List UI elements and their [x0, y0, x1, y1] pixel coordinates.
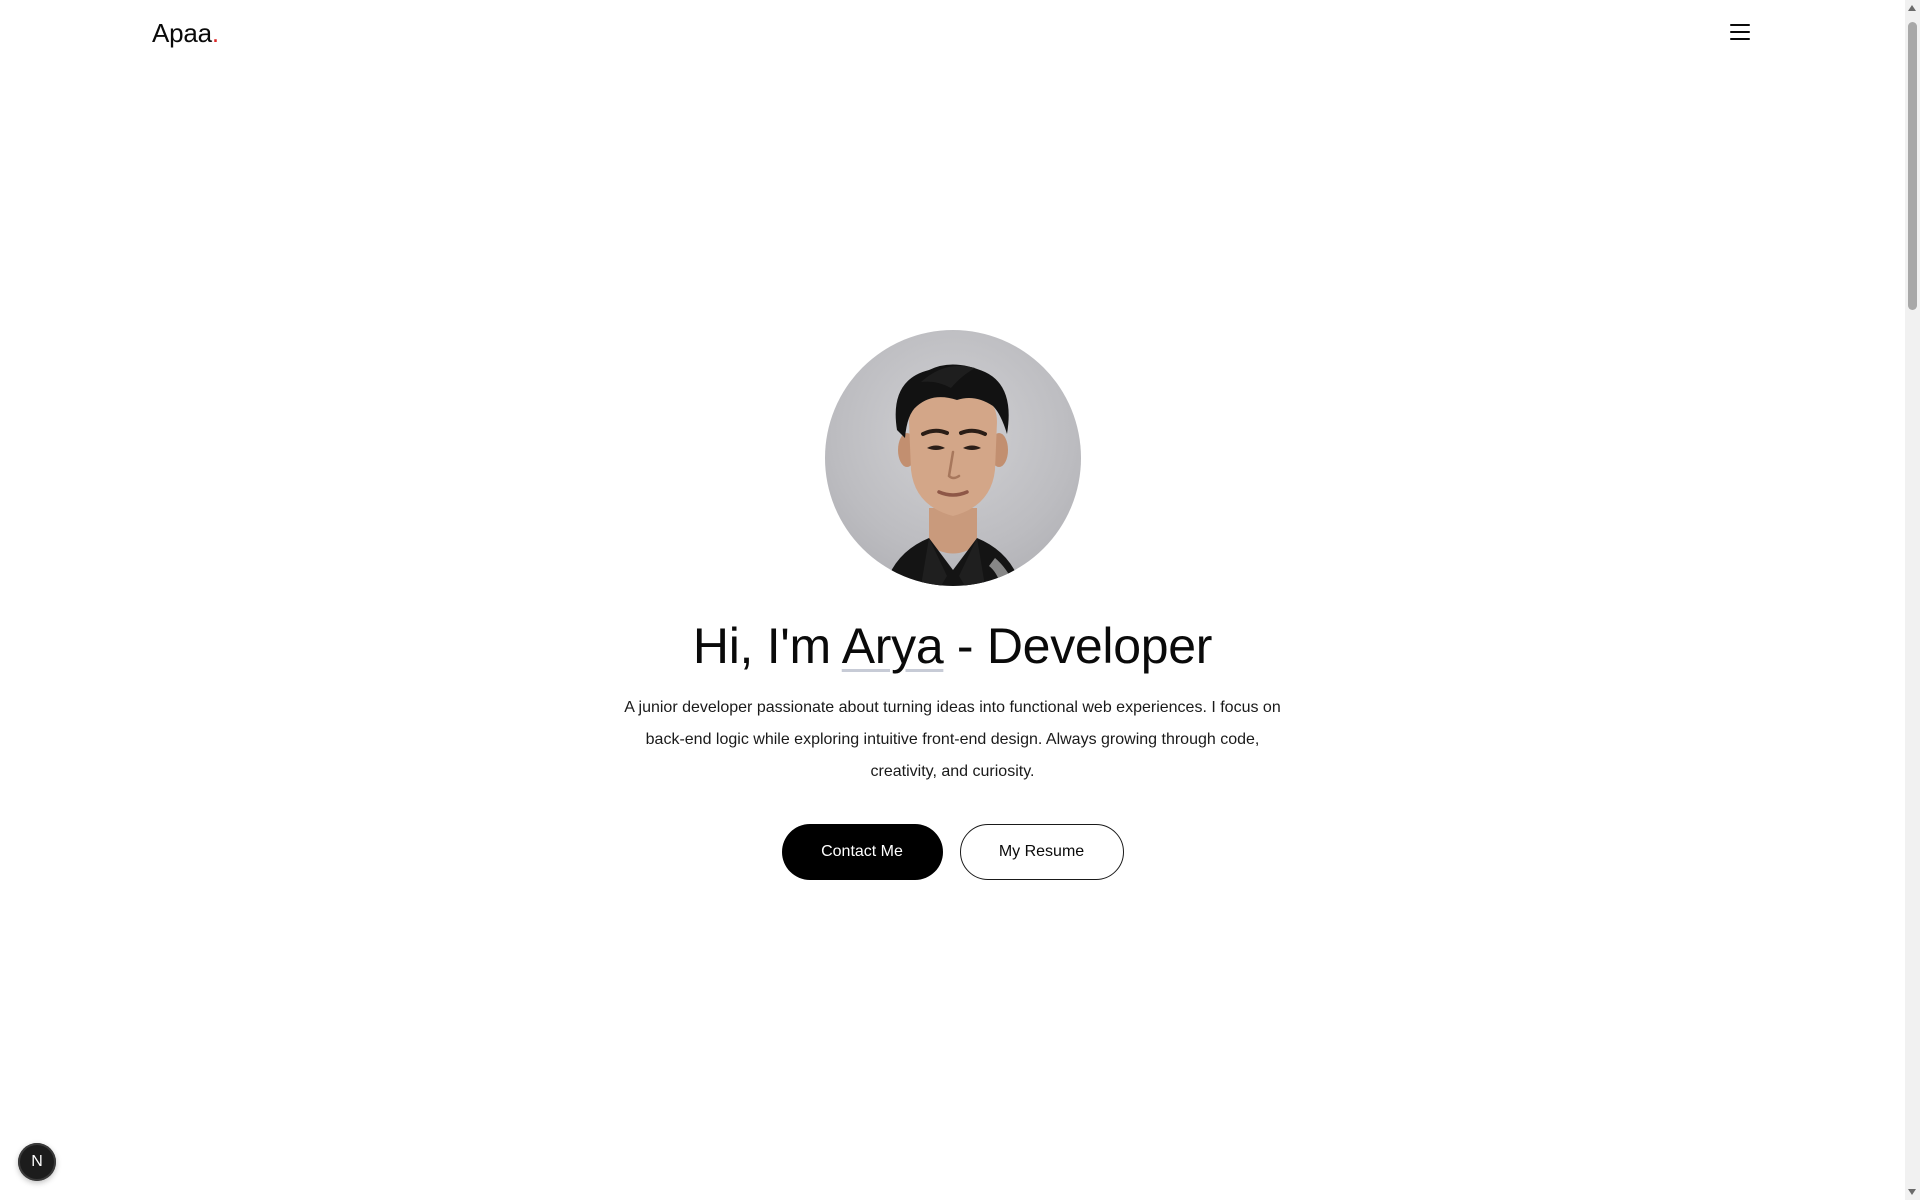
hamburger-menu-icon[interactable] [1727, 20, 1753, 44]
menu-line [1730, 38, 1750, 40]
headline-name: Arya [841, 618, 944, 674]
headline-suffix: - Developer [943, 618, 1213, 674]
profile-photo [884, 364, 1021, 586]
page: Apaa. Hi, I'm Arya - Developer A junior … [0, 0, 1905, 1200]
hero-section: Hi, I'm Arya - Developer A junior develo… [0, 330, 1905, 880]
menu-line [1730, 24, 1750, 26]
hero-actions: Contact Me My Resume [781, 824, 1124, 880]
site-logo[interactable]: Apaa. [152, 18, 219, 49]
logo-text: Apaa [152, 18, 212, 48]
profile-avatar [824, 330, 1081, 586]
dev-badge-label: N [31, 1153, 43, 1170]
contact-me-button[interactable]: Contact Me [781, 824, 943, 880]
hero-bio: A junior developer passionate about turn… [624, 699, 1281, 780]
my-resume-button[interactable]: My Resume [959, 824, 1124, 880]
hero-headline: Hi, I'm Arya - Developer [693, 614, 1212, 678]
nextjs-dev-indicator-icon[interactable]: N [18, 1143, 56, 1181]
logo-dot: . [211, 18, 219, 48]
menu-line [1730, 31, 1750, 33]
scroll-down-arrow-icon[interactable] [1908, 1189, 1916, 1195]
vertical-scrollbar[interactable] [1905, 0, 1920, 1200]
scroll-up-arrow-icon[interactable] [1908, 5, 1916, 11]
scrollbar-thumb[interactable] [1908, 22, 1917, 310]
headline-prefix: Hi, I'm [692, 618, 842, 674]
